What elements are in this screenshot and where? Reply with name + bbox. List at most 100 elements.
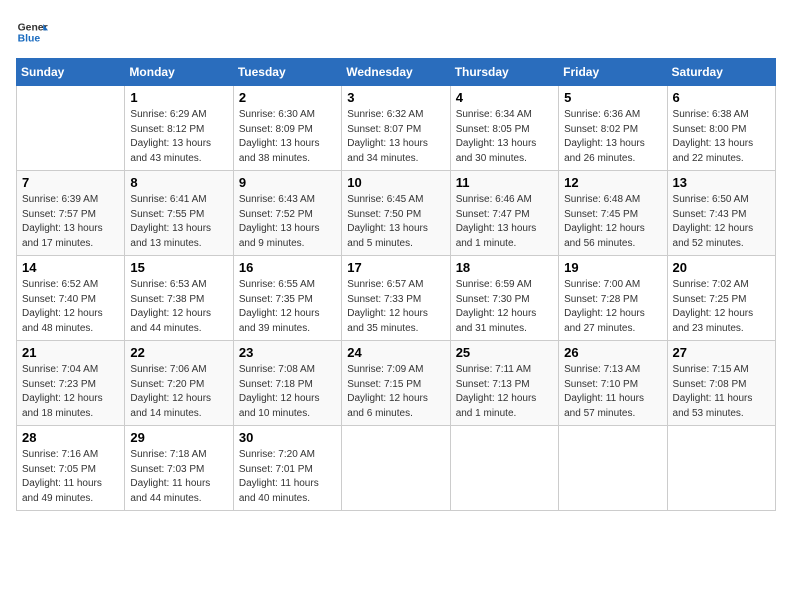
- day-number: 20: [673, 260, 770, 275]
- day-number: 6: [673, 90, 770, 105]
- calendar-cell: 2Sunrise: 6:30 AMSunset: 8:09 PMDaylight…: [233, 86, 341, 171]
- day-info: Sunrise: 6:55 AMSunset: 7:35 PMDaylight:…: [239, 278, 336, 336]
- calendar-cell: [450, 426, 558, 511]
- weekday-header: Saturday: [667, 59, 775, 86]
- day-info: Sunrise: 6:48 AMSunset: 7:45 PMDaylight:…: [564, 193, 661, 251]
- day-info: Sunrise: 6:34 AMSunset: 8:05 PMDaylight:…: [456, 108, 553, 166]
- calendar-body: 1 Sunrise: 6:29 AMSunset: 8:12 PMDaylight…: [17, 86, 776, 511]
- day-number: 24: [347, 345, 444, 360]
- day-info: Sunrise: 7:16 AMSunset: 7:05 PMDaylight:…: [22, 448, 119, 506]
- day-number: 23: [239, 345, 336, 360]
- weekday-header: Thursday: [450, 59, 558, 86]
- calendar-cell: 5Sunrise: 6:36 AMSunset: 8:02 PMDaylight…: [559, 86, 667, 171]
- day-info: Sunrise: 7:09 AMSunset: 7:15 PMDaylight:…: [347, 363, 444, 421]
- calendar-cell: 25 Sunrise: 7:11 AMSunset: 7:13 PMDayligh…: [450, 341, 558, 426]
- day-number: 28: [22, 430, 119, 445]
- calendar-week-row: 7 Sunrise: 6:39 AMSunset: 7:57 PMDaylight…: [17, 171, 776, 256]
- calendar-cell: 14 Sunrise: 6:52 AMSunset: 7:40 PMDayligh…: [17, 256, 125, 341]
- calendar-cell: 20 Sunrise: 7:02 AMSunset: 7:25 PMDayligh…: [667, 256, 775, 341]
- calendar-cell: 13 Sunrise: 6:50 AMSunset: 7:43 PMDayligh…: [667, 171, 775, 256]
- day-info: Sunrise: 6:32 AMSunset: 8:07 PMDaylight:…: [347, 108, 444, 166]
- calendar-cell: 18Sunrise: 6:59 AMSunset: 7:30 PMDayligh…: [450, 256, 558, 341]
- day-number: 12: [564, 175, 661, 190]
- day-info: Sunrise: 6:30 AMSunset: 8:09 PMDaylight:…: [239, 108, 336, 166]
- calendar-cell: 8 Sunrise: 6:41 AMSunset: 7:55 PMDaylight…: [125, 171, 233, 256]
- day-info: Sunrise: 7:02 AMSunset: 7:25 PMDaylight:…: [673, 278, 770, 336]
- day-number: 7: [22, 175, 119, 190]
- day-number: 29: [130, 430, 227, 445]
- logo-icon: General Blue: [16, 16, 48, 48]
- page-header: General Blue: [16, 16, 776, 48]
- calendar-cell: 26 Sunrise: 7:13 AMSunset: 7:10 PMDayligh…: [559, 341, 667, 426]
- calendar-cell: 22 Sunrise: 7:06 AMSunset: 7:20 PMDayligh…: [125, 341, 233, 426]
- day-info: Sunrise: 7:00 AMSunset: 7:28 PMDaylight:…: [564, 278, 661, 336]
- day-info: Sunrise: 7:15 AMSunset: 7:08 PMDaylight:…: [673, 363, 770, 421]
- day-number: 15: [130, 260, 227, 275]
- day-info: Sunrise: 6:50 AMSunset: 7:43 PMDaylight:…: [673, 193, 770, 251]
- day-number: 9: [239, 175, 336, 190]
- weekday-header: Friday: [559, 59, 667, 86]
- day-number: 14: [22, 260, 119, 275]
- day-info: Sunrise: 7:11 AMSunset: 7:13 PMDaylight:…: [456, 363, 553, 421]
- svg-text:Blue: Blue: [18, 34, 41, 45]
- day-number: 8: [130, 175, 227, 190]
- day-number: 3: [347, 90, 444, 105]
- day-number: 21: [22, 345, 119, 360]
- day-number: 30: [239, 430, 336, 445]
- calendar-cell: [667, 426, 775, 511]
- calendar-cell: 16 Sunrise: 6:55 AMSunset: 7:35 PMDayligh…: [233, 256, 341, 341]
- day-info: Sunrise: 6:39 AMSunset: 7:57 PMDaylight:…: [22, 193, 119, 251]
- calendar-cell: 27 Sunrise: 7:15 AMSunset: 7:08 PMDayligh…: [667, 341, 775, 426]
- day-info: Sunrise: 7:20 AMSunset: 7:01 PMDaylight:…: [239, 448, 336, 506]
- calendar-cell: 10 Sunrise: 6:45 AMSunset: 7:50 PMDayligh…: [342, 171, 450, 256]
- calendar-week-row: 14 Sunrise: 6:52 AMSunset: 7:40 PMDayligh…: [17, 256, 776, 341]
- calendar-cell: 11Sunrise: 6:46 AMSunset: 7:47 PMDayligh…: [450, 171, 558, 256]
- calendar-cell: 29 Sunrise: 7:18 AMSunset: 7:03 PMDayligh…: [125, 426, 233, 511]
- calendar-cell: 19 Sunrise: 7:00 AMSunset: 7:28 PMDayligh…: [559, 256, 667, 341]
- day-number: 4: [456, 90, 553, 105]
- calendar-week-row: 28 Sunrise: 7:16 AMSunset: 7:05 PMDayligh…: [17, 426, 776, 511]
- calendar-week-row: 21 Sunrise: 7:04 AMSunset: 7:23 PMDayligh…: [17, 341, 776, 426]
- day-info: Sunrise: 6:41 AMSunset: 7:55 PMDaylight:…: [130, 193, 227, 251]
- calendar-cell: 28 Sunrise: 7:16 AMSunset: 7:05 PMDayligh…: [17, 426, 125, 511]
- weekday-header: Wednesday: [342, 59, 450, 86]
- day-number: 18: [456, 260, 553, 275]
- calendar-week-row: 1 Sunrise: 6:29 AMSunset: 8:12 PMDaylight…: [17, 86, 776, 171]
- day-number: 17: [347, 260, 444, 275]
- day-info: Sunrise: 6:36 AMSunset: 8:02 PMDaylight:…: [564, 108, 661, 166]
- day-info: Sunrise: 6:29 AMSunset: 8:12 PMDaylight:…: [130, 108, 227, 166]
- day-number: 19: [564, 260, 661, 275]
- day-info: Sunrise: 6:46 AMSunset: 7:47 PMDaylight:…: [456, 193, 553, 251]
- day-info: Sunrise: 7:08 AMSunset: 7:18 PMDaylight:…: [239, 363, 336, 421]
- day-info: Sunrise: 7:06 AMSunset: 7:20 PMDaylight:…: [130, 363, 227, 421]
- day-number: 1: [130, 90, 227, 105]
- calendar-cell: 12 Sunrise: 6:48 AMSunset: 7:45 PMDayligh…: [559, 171, 667, 256]
- day-number: 22: [130, 345, 227, 360]
- day-number: 25: [456, 345, 553, 360]
- calendar-cell: 6Sunrise: 6:38 AMSunset: 8:00 PMDaylight…: [667, 86, 775, 171]
- weekday-row: SundayMondayTuesdayWednesdayThursdayFrid…: [17, 59, 776, 86]
- day-info: Sunrise: 7:18 AMSunset: 7:03 PMDaylight:…: [130, 448, 227, 506]
- calendar-cell: [342, 426, 450, 511]
- calendar-cell: 21 Sunrise: 7:04 AMSunset: 7:23 PMDayligh…: [17, 341, 125, 426]
- day-number: 10: [347, 175, 444, 190]
- calendar-cell: 1 Sunrise: 6:29 AMSunset: 8:12 PMDaylight…: [125, 86, 233, 171]
- day-info: Sunrise: 6:52 AMSunset: 7:40 PMDaylight:…: [22, 278, 119, 336]
- calendar-cell: 3 Sunrise: 6:32 AMSunset: 8:07 PMDaylight…: [342, 86, 450, 171]
- calendar-cell: 30 Sunrise: 7:20 AMSunset: 7:01 PMDayligh…: [233, 426, 341, 511]
- day-info: Sunrise: 7:04 AMSunset: 7:23 PMDaylight:…: [22, 363, 119, 421]
- weekday-header: Sunday: [17, 59, 125, 86]
- day-number: 26: [564, 345, 661, 360]
- day-info: Sunrise: 6:53 AMSunset: 7:38 PMDaylight:…: [130, 278, 227, 336]
- calendar-cell: 24 Sunrise: 7:09 AMSunset: 7:15 PMDayligh…: [342, 341, 450, 426]
- calendar-cell: 4 Sunrise: 6:34 AMSunset: 8:05 PMDaylight…: [450, 86, 558, 171]
- calendar-cell: [559, 426, 667, 511]
- calendar-cell: 9Sunrise: 6:43 AMSunset: 7:52 PMDaylight…: [233, 171, 341, 256]
- day-number: 16: [239, 260, 336, 275]
- calendar-cell: 15 Sunrise: 6:53 AMSunset: 7:38 PMDayligh…: [125, 256, 233, 341]
- calendar-cell: [17, 86, 125, 171]
- day-number: 13: [673, 175, 770, 190]
- day-number: 27: [673, 345, 770, 360]
- day-info: Sunrise: 7:13 AMSunset: 7:10 PMDaylight:…: [564, 363, 661, 421]
- day-info: Sunrise: 6:45 AMSunset: 7:50 PMDaylight:…: [347, 193, 444, 251]
